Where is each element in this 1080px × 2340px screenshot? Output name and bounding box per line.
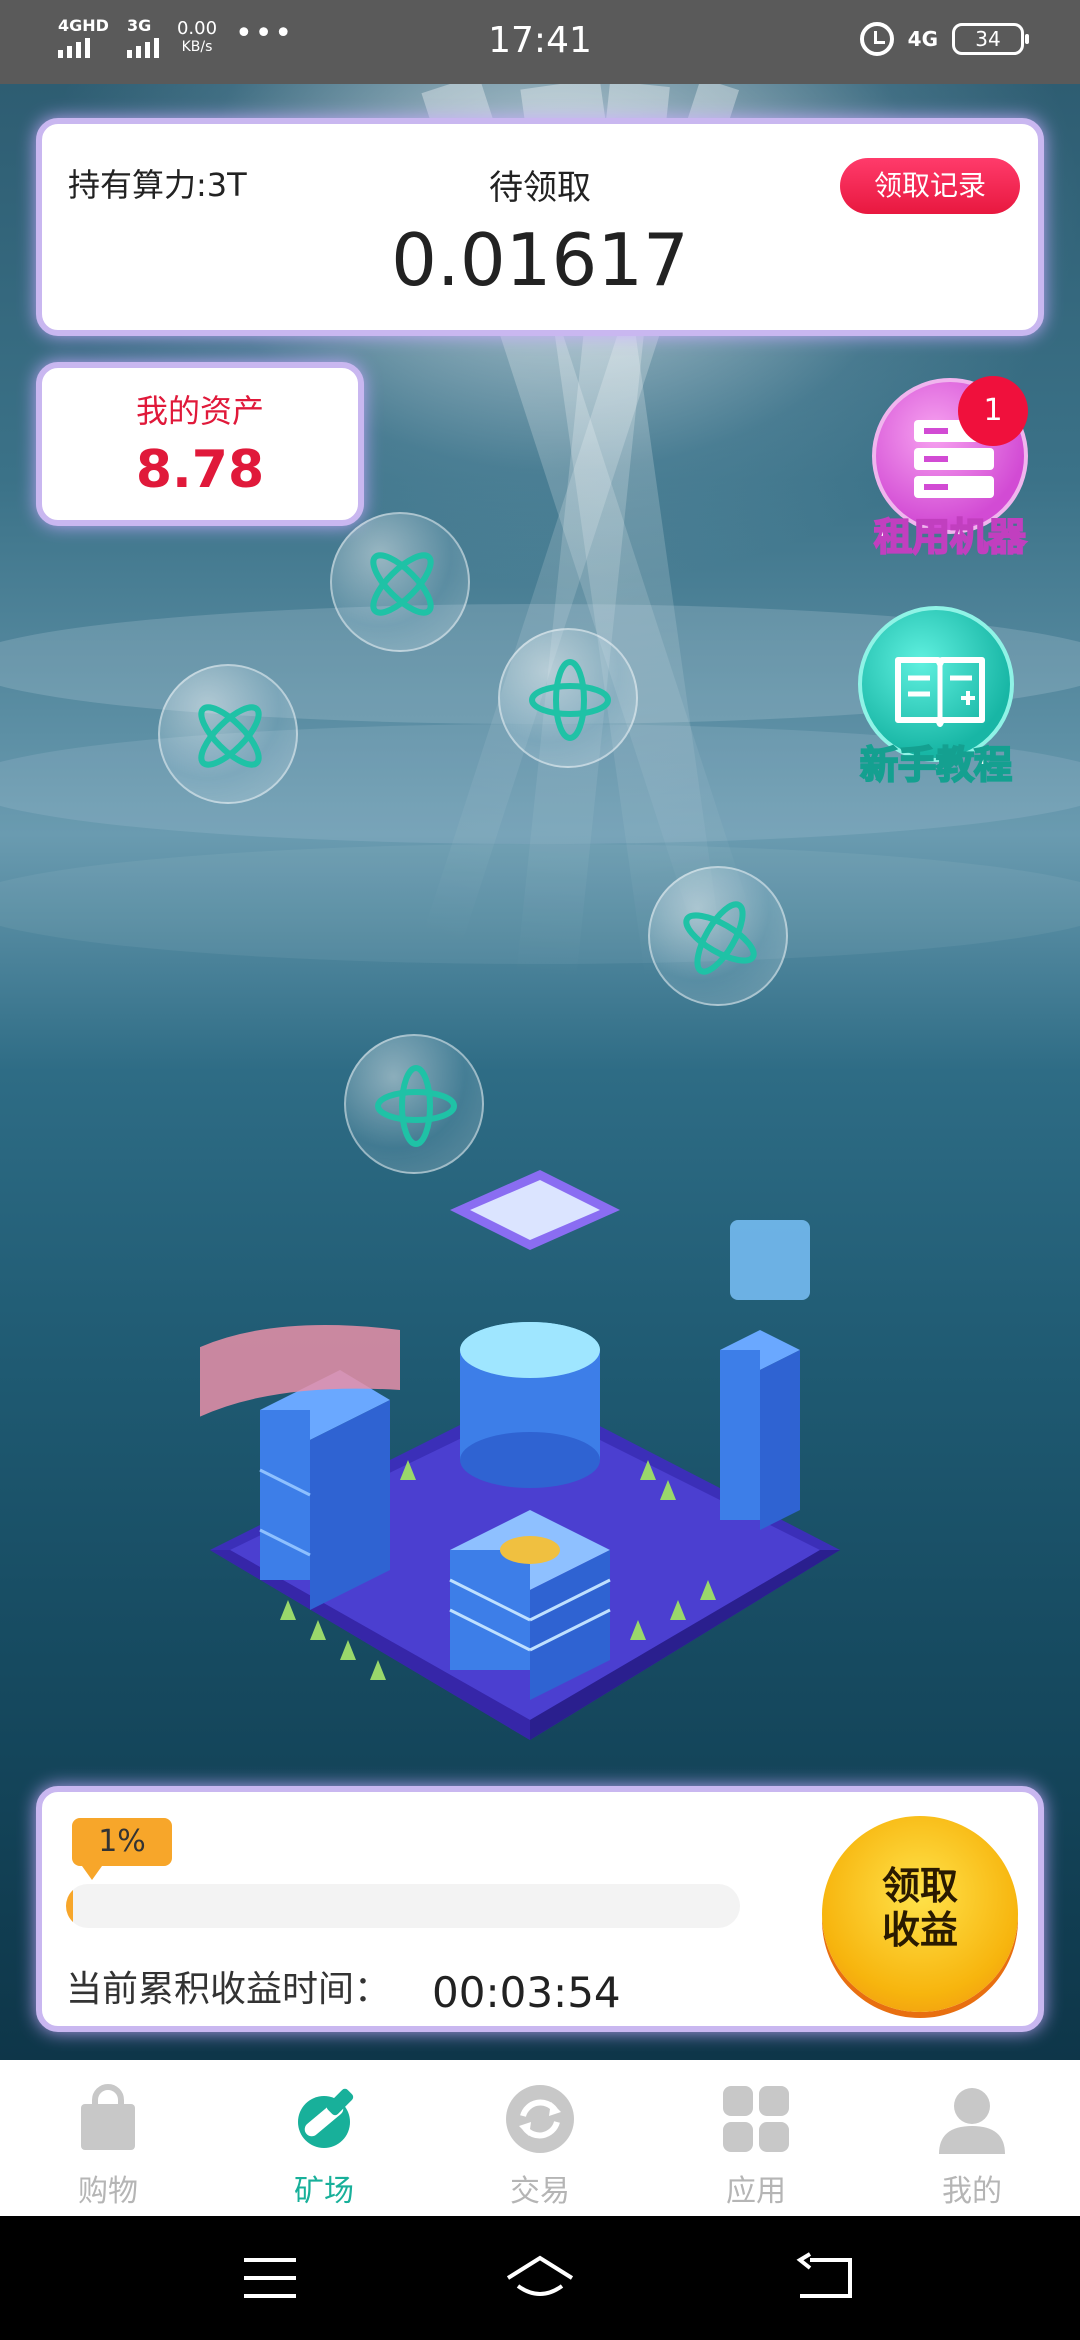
my-assets-label: 我的资产 (135, 392, 264, 430)
profile-icon (935, 2082, 1009, 2156)
claim-record-button[interactable]: 领取记录 (840, 158, 1020, 214)
accumulated-time-label: 当前累积收益时间： (66, 1969, 391, 2010)
my-assets-card[interactable]: 我的资产 8.78 (36, 362, 364, 526)
progress-percent-tag: 1% (72, 1818, 172, 1880)
nav-label-trade: 交易 (510, 2174, 570, 2209)
atom-icon (198, 704, 262, 768)
rent-machine-button[interactable]: 1 租用机器 (862, 376, 1038, 561)
atom-icon (683, 901, 757, 975)
rent-machine-label: 租用机器 (873, 514, 1027, 560)
exchange-icon (503, 2082, 577, 2156)
battery-level: 34 (975, 27, 1001, 51)
beginner-tutorial-label: 新手教程 (859, 742, 1013, 788)
earnings-progress-fill (66, 1884, 73, 1928)
coin-bubble[interactable] (158, 664, 298, 804)
nav-label-profile: 我的 (942, 2174, 1002, 2209)
bottom-navigation: 购物 矿场 交易 应用 我的 (0, 2060, 1080, 2216)
notification-badge: 1 (958, 376, 1028, 446)
mining-city-illustration (160, 1150, 860, 1754)
nav-label-mine: 矿场 (294, 2174, 354, 2209)
pickaxe-icon (287, 2082, 361, 2156)
nav-item-mine[interactable]: 矿场 (216, 2060, 432, 2216)
nav-item-shopping[interactable]: 购物 (0, 2060, 216, 2216)
claim-earnings-button[interactable]: 领取 收益 (822, 1816, 1018, 2012)
alarm-icon (859, 22, 894, 56)
beginner-tutorial-button[interactable]: 新手教程 (848, 606, 1024, 789)
nav-label-shopping: 购物 (78, 2174, 138, 2209)
earnings-progress-card: 1% 当前累积收益时间： 00:03:54 领取 收益 (36, 1786, 1044, 2032)
battery-icon: 34 (952, 23, 1029, 55)
claim-earnings-label: 领取 收益 (881, 1864, 958, 1952)
network-type: 4G (907, 27, 938, 51)
home-icon[interactable] (504, 2252, 576, 2304)
my-assets-value: 8.78 (135, 440, 265, 500)
atom-icon (529, 659, 611, 741)
earnings-progress-bar (66, 1884, 740, 1928)
mining-summary-card: 持有算力:3T 待领取 0.01617 领取记录 (36, 118, 1044, 336)
pending-amount: 0.01617 (391, 218, 689, 302)
atom-icon (375, 1065, 457, 1147)
shopping-bag-icon (71, 2082, 145, 2156)
system-navigation-bar (0, 2216, 1080, 2340)
coin-bubble[interactable] (330, 512, 470, 652)
status-bar: 4GHD 3G 0.00 KB/s ••• 17:41 4G 34 (0, 0, 1080, 84)
menu-icon[interactable] (240, 2252, 300, 2304)
coin-bubble[interactable] (498, 628, 638, 768)
nav-item-profile[interactable]: 我的 (864, 2060, 1080, 2216)
coin-bubble[interactable] (648, 866, 788, 1006)
nav-label-apps: 应用 (726, 2174, 786, 2209)
back-icon[interactable] (796, 2252, 856, 2304)
atom-icon (370, 552, 434, 616)
nav-item-apps[interactable]: 应用 (648, 2060, 864, 2216)
accumulated-time-value: 00:03:54 (432, 1968, 621, 2017)
nav-item-trade[interactable]: 交易 (432, 2060, 648, 2216)
apps-icon (719, 2082, 793, 2156)
